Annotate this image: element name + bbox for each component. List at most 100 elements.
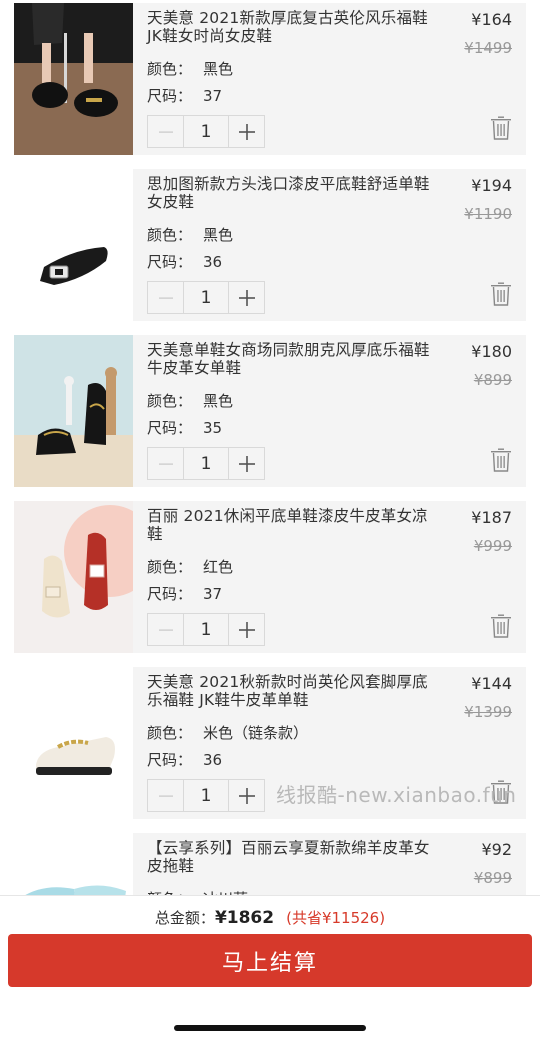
color-value: 红色	[203, 558, 234, 576]
increase-button[interactable]	[229, 282, 264, 313]
cart-item[interactable]: 天美意单鞋女商场同款朋克风厚底乐福鞋牛皮革女单鞋 ¥180 ¥899 颜色： 黑色…	[14, 335, 526, 487]
original-price: ¥899	[473, 869, 512, 887]
delete-icon[interactable]	[490, 282, 512, 306]
watermark-text: 线报酷-new.xianbao.fun	[276, 783, 517, 807]
product-price: ¥164	[471, 10, 512, 29]
product-price: ¥187	[471, 508, 512, 527]
color-attribute: 颜色： 黑色	[147, 224, 233, 245]
color-value: 黑色	[203, 392, 234, 410]
original-price: ¥1399	[464, 703, 512, 721]
product-image[interactable]	[14, 169, 133, 321]
product-price: ¥92	[481, 840, 512, 859]
color-label: 颜色：	[147, 60, 193, 78]
plus-icon	[238, 787, 255, 804]
increase-button[interactable]	[229, 448, 264, 479]
quantity-stepper[interactable]: 1	[147, 613, 265, 646]
size-attribute: 尺码： 36	[147, 251, 222, 272]
size-label: 尺码：	[147, 87, 193, 105]
minus-icon	[158, 131, 173, 133]
color-label: 颜色：	[147, 392, 193, 410]
size-label: 尺码：	[147, 419, 193, 437]
product-image[interactable]	[14, 335, 133, 487]
color-attribute: 颜色： 黑色	[147, 390, 233, 411]
size-attribute: 尺码： 35	[147, 417, 222, 438]
quantity-value[interactable]: 1	[183, 614, 229, 645]
decrease-button[interactable]	[148, 780, 183, 811]
color-attribute: 颜色： 黑色	[147, 58, 233, 79]
checkout-bar: 总金额：¥1862 (共省¥11526) 马上结算	[0, 895, 540, 1041]
color-attribute: 颜色： 米色（链条款）	[147, 722, 308, 743]
plus-icon	[238, 455, 255, 472]
delete-icon[interactable]	[490, 614, 512, 638]
decrease-button[interactable]	[148, 282, 183, 313]
quantity-stepper[interactable]: 1	[147, 281, 265, 314]
quantity-stepper[interactable]: 1	[147, 447, 265, 480]
product-title[interactable]: 天美意 2021新款厚底复古英伦风乐福鞋 JK鞋女时尚女皮鞋	[147, 9, 443, 45]
increase-button[interactable]	[229, 780, 264, 811]
total-label: 总金额：	[154, 909, 215, 927]
original-price: ¥1190	[464, 205, 512, 223]
product-price: ¥144	[471, 674, 512, 693]
product-title[interactable]: 天美意单鞋女商场同款朋克风厚底乐福鞋牛皮革女单鞋	[147, 341, 443, 377]
color-attribute: 颜色：冰川蓝	[147, 888, 248, 895]
size-label: 尺码：	[147, 751, 193, 769]
size-attribute: 尺码： 37	[147, 85, 222, 106]
cart-item[interactable]: 思加图新款方头浅口漆皮平底鞋舒适单鞋女皮鞋 ¥194 ¥1190 颜色： 黑色 尺…	[14, 169, 526, 321]
size-attribute: 尺码： 36	[147, 749, 222, 770]
size-value: 36	[203, 751, 223, 769]
color-label: 颜色：	[147, 724, 193, 742]
color-label: 颜色：	[147, 888, 203, 895]
increase-button[interactable]	[229, 116, 264, 147]
decrease-button[interactable]	[148, 116, 183, 147]
total-amount: ¥1862	[214, 908, 275, 928]
home-indicator[interactable]	[174, 1025, 366, 1031]
product-title[interactable]: 思加图新款方头浅口漆皮平底鞋舒适单鞋女皮鞋	[147, 175, 443, 211]
color-label: 颜色：	[147, 558, 193, 576]
color-value: 黑色	[203, 60, 234, 78]
product-image[interactable]	[14, 501, 133, 653]
product-image[interactable]	[14, 667, 133, 819]
minus-icon	[158, 629, 173, 631]
quantity-value[interactable]: 1	[183, 116, 229, 147]
decrease-button[interactable]	[148, 448, 183, 479]
quantity-value[interactable]: 1	[183, 282, 229, 313]
product-title[interactable]: 天美意 2021秋新款时尚英伦风套脚厚底乐福鞋 JK鞋牛皮革单鞋	[147, 673, 443, 709]
plus-icon	[238, 123, 255, 140]
increase-button[interactable]	[229, 614, 264, 645]
original-price: ¥999	[473, 537, 512, 555]
cart-item[interactable]: 【云享系列】百丽云享夏新款绵羊皮革女皮拖鞋 ¥92 ¥899 颜色：冰川蓝	[14, 833, 526, 895]
size-value: 36	[203, 253, 223, 271]
product-image[interactable]	[14, 833, 133, 895]
color-attribute: 颜色： 红色	[147, 556, 233, 577]
checkout-button[interactable]: 马上结算	[8, 934, 532, 987]
minus-icon	[158, 297, 173, 299]
quantity-value[interactable]: 1	[183, 448, 229, 479]
minus-icon	[158, 463, 173, 465]
decrease-button[interactable]	[148, 614, 183, 645]
original-price: ¥1499	[464, 39, 512, 57]
delete-icon[interactable]	[490, 116, 512, 140]
size-label: 尺码：	[147, 585, 193, 603]
color-value: 黑色	[203, 226, 234, 244]
plus-icon	[238, 621, 255, 638]
quantity-stepper[interactable]: 1	[147, 779, 265, 812]
product-image[interactable]	[14, 3, 133, 155]
cart-item[interactable]: 百丽 2021休闲平底单鞋漆皮牛皮革女凉鞋 ¥187 ¥999 颜色： 红色 尺码…	[14, 501, 526, 653]
product-title[interactable]: 【云享系列】百丽云享夏新款绵羊皮革女皮拖鞋	[147, 839, 443, 875]
original-price: ¥899	[473, 371, 512, 389]
product-price: ¥180	[471, 342, 512, 361]
quantity-value[interactable]: 1	[183, 780, 229, 811]
cart-item-list[interactable]: 天美意 2021新款厚底复古英伦风乐福鞋 JK鞋女时尚女皮鞋 ¥164 ¥149…	[0, 0, 540, 895]
product-price: ¥194	[471, 176, 512, 195]
cart-item[interactable]: 天美意 2021新款厚底复古英伦风乐福鞋 JK鞋女时尚女皮鞋 ¥164 ¥149…	[14, 3, 526, 155]
quantity-stepper[interactable]: 1	[147, 115, 265, 148]
delete-icon[interactable]	[490, 448, 512, 472]
color-label: 颜色：	[147, 226, 193, 244]
size-value: 37	[203, 87, 223, 105]
plus-icon	[238, 289, 255, 306]
size-value: 35	[203, 419, 223, 437]
size-value: 37	[203, 585, 223, 603]
minus-icon	[158, 795, 173, 797]
product-title[interactable]: 百丽 2021休闲平底单鞋漆皮牛皮革女凉鞋	[147, 507, 443, 543]
order-total: 总金额：¥1862 (共省¥11526)	[0, 907, 540, 928]
